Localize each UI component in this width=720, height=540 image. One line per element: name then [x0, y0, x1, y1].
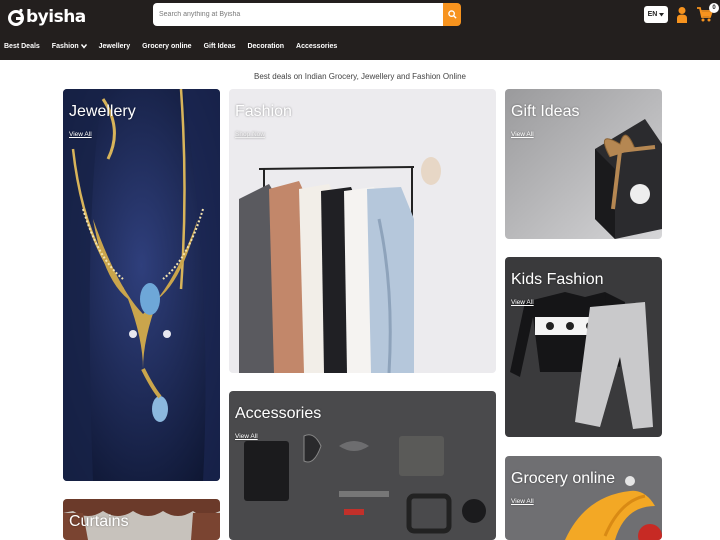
tile-gift-ideas[interactable]: Gift Ideas View All	[505, 89, 662, 239]
tile-title: Fashion	[235, 103, 292, 120]
nav-item-gift-ideas[interactable]: Gift Ideas	[204, 43, 236, 50]
nav-item-label: Best Deals	[4, 43, 40, 50]
nav-item-label: Accessories	[296, 43, 338, 50]
tile-curtains[interactable]: Curtains	[63, 499, 220, 540]
tagline: Best deals on Indian Grocery, Jewellery …	[254, 72, 466, 81]
chevron-down-icon	[80, 44, 87, 49]
nav-item-label: Grocery online	[142, 43, 192, 50]
nav-item-label: Jewellery	[98, 43, 131, 50]
tile-title: Curtains	[69, 513, 129, 530]
nav-item-best-deals[interactable]: Best Deals	[4, 43, 40, 50]
tile-fashion[interactable]: Fashion Shop Now	[229, 89, 496, 373]
cart-count-badge: 0	[709, 3, 719, 13]
tile-title: Gift Ideas	[511, 103, 580, 120]
language-select[interactable]: EN	[644, 6, 668, 23]
main-nav: Best Deals Fashion Jewellery Grocery onl…	[4, 43, 349, 50]
tile-link[interactable]: Shop Now	[235, 131, 265, 138]
tile-link[interactable]: View All	[69, 131, 92, 138]
user-icon[interactable]	[676, 6, 688, 23]
language-label: EN	[647, 11, 658, 18]
tile-jewellery[interactable]: Jewellery View All	[63, 89, 220, 481]
site-header: byisha EN 0 Best Deals Fashion Jewellery	[0, 0, 720, 60]
tile-title: Accessories	[235, 405, 322, 422]
cart-button[interactable]: 0	[697, 3, 719, 23]
tile-grocery-online[interactable]: Grocery online View All	[505, 456, 662, 540]
chevron-down-icon	[659, 12, 665, 16]
tile-link[interactable]: View All	[235, 433, 258, 440]
nav-item-accessories[interactable]: Accessories	[296, 43, 337, 50]
tile-link[interactable]: View All	[511, 299, 534, 306]
logo[interactable]: byisha	[8, 5, 86, 29]
nav-item-label: Decoration	[247, 43, 285, 50]
tile-title: Grocery online	[511, 470, 616, 487]
nav-item-jewellery[interactable]: Jewellery	[99, 43, 131, 50]
fashion-image	[229, 89, 496, 373]
tile-title: Jewellery	[69, 103, 136, 120]
tile-accessories[interactable]: Accessories View All	[229, 391, 496, 540]
search-input[interactable]	[153, 3, 443, 26]
search-icon	[447, 10, 457, 19]
tile-link[interactable]: View All	[511, 498, 534, 505]
nav-item-label: Fashion	[51, 43, 79, 50]
nav-item-fashion[interactable]: Fashion	[52, 43, 87, 50]
logo-text: byisha	[26, 7, 86, 27]
jewellery-image	[63, 89, 220, 481]
nav-item-label: Gift Ideas	[203, 43, 236, 50]
tile-title: Kids Fashion	[511, 271, 604, 288]
logo-mark-icon	[8, 8, 24, 26]
tile-kids-fashion[interactable]: Kids Fashion View All	[505, 257, 662, 437]
tile-link[interactable]: View All	[511, 131, 534, 138]
search-button[interactable]	[443, 3, 461, 26]
nav-item-grocery-online[interactable]: Grocery online	[142, 43, 191, 50]
search-bar	[153, 3, 461, 26]
nav-item-decoration[interactable]: Decoration	[247, 43, 284, 50]
